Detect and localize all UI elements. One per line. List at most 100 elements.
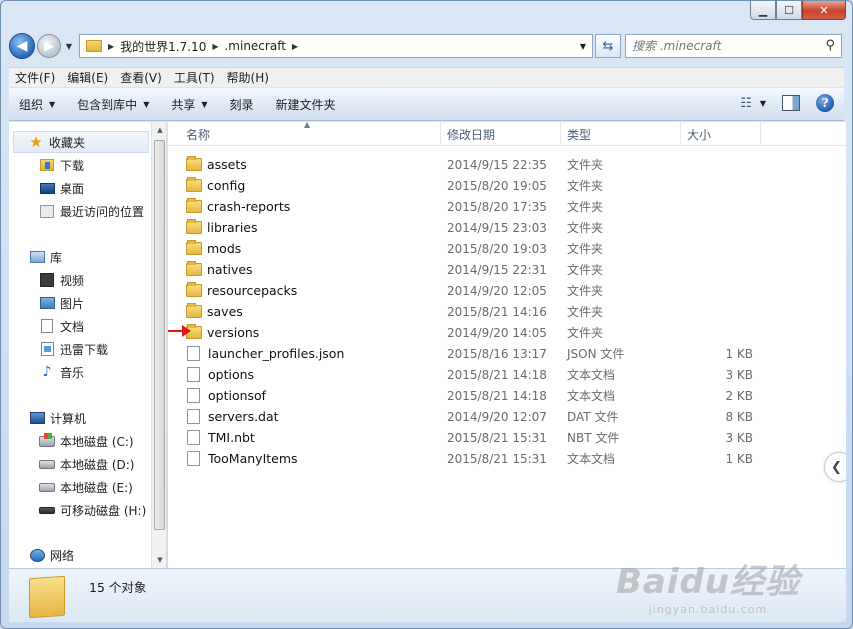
file-name-cell[interactable]: resourcepacks	[186, 280, 297, 301]
breadcrumb-item[interactable]: .minecraft	[224, 39, 285, 53]
table-row[interactable]: versions 2014/9/20 14:05 文件夹	[168, 322, 846, 343]
view-dropdown-icon[interactable]: ▼	[760, 99, 766, 108]
maximize-button[interactable]: ☐	[776, 1, 802, 20]
nav-item-music[interactable]: ♪ 音乐	[39, 361, 84, 383]
scroll-up-icon[interactable]: ▲	[152, 122, 166, 138]
table-row[interactable]: saves 2015/8/21 14:16 文件夹	[168, 301, 846, 322]
column-date[interactable]: 修改日期	[441, 122, 561, 146]
watermark: Baidu经验 jingyan.baidu.com	[616, 554, 800, 616]
file-name-cell[interactable]: libraries	[186, 217, 258, 238]
preview-pane-icon[interactable]	[782, 95, 800, 111]
table-row[interactable]: launcher_profiles.json 2015/8/16 13:17 JSO…	[168, 343, 846, 364]
table-row[interactable]: optionsof 2015/8/21 14:18 文本文档 2 KB	[168, 385, 846, 406]
nav-libraries[interactable]: 库	[29, 246, 62, 268]
file-name-cell[interactable]: config	[186, 175, 245, 196]
nav-item-recent-places[interactable]: 最近访问的位置	[39, 200, 144, 222]
file-name-cell[interactable]: TMI.nbt	[186, 427, 255, 448]
recent-places-icon	[40, 204, 54, 218]
search-input[interactable]	[632, 39, 832, 53]
column-type[interactable]: 类型	[561, 122, 681, 146]
folder-icon	[29, 575, 65, 619]
menu-edit[interactable]: 编辑(E)	[61, 69, 114, 86]
file-list: 名称 ▲ 修改日期 类型 大小 assets 2014/9/15 22:35 文件夹…	[168, 122, 846, 568]
view-mode-icon[interactable]: ☷	[740, 96, 752, 111]
file-size	[688, 217, 753, 238]
nav-item-drive-h[interactable]: 可移动磁盘 (H:)	[39, 499, 146, 521]
table-row[interactable]: assets 2014/9/15 22:35 文件夹	[168, 154, 846, 175]
burn-button[interactable]: 刻录	[230, 96, 254, 113]
nav-label: 计算机	[50, 411, 87, 426]
nav-item-drive-c[interactable]: 本地磁盘 (C:)	[39, 430, 134, 452]
table-row[interactable]: mods 2015/8/20 19:03 文件夹	[168, 238, 846, 259]
arrow-right-icon: ▶	[44, 38, 54, 54]
file-name-cell[interactable]: servers.dat	[186, 406, 279, 427]
table-row[interactable]: servers.dat 2014/9/20 12:07 DAT 文件 8 KB	[168, 406, 846, 427]
file-name: mods	[207, 241, 242, 256]
forward-button[interactable]: ▶	[37, 34, 61, 58]
menu-tools[interactable]: 工具(T)	[168, 69, 221, 86]
back-button[interactable]: ◀	[9, 33, 35, 59]
file-name-cell[interactable]: assets	[186, 154, 247, 175]
table-row[interactable]: TMI.nbt 2015/8/21 15:31 NBT 文件 3 KB	[168, 427, 846, 448]
folder-icon	[186, 177, 202, 192]
file-name-cell[interactable]: mods	[186, 238, 241, 259]
address-history-dropdown[interactable]: ▼	[580, 42, 586, 51]
nav-computer[interactable]: 计算机	[29, 407, 86, 429]
table-row[interactable]: libraries 2014/9/15 23:03 文件夹	[168, 217, 846, 238]
chevron-right-icon[interactable]: ▶	[108, 42, 114, 51]
scroll-thumb[interactable]	[154, 140, 165, 530]
nav-item-drive-e[interactable]: 本地磁盘 (E:)	[39, 476, 133, 498]
file-name-cell[interactable]: TooManyItems	[186, 448, 298, 469]
file-name-cell[interactable]: versions	[186, 322, 259, 343]
new-folder-button[interactable]: 新建文件夹	[276, 96, 336, 113]
nav-scrollbar[interactable]: ▲ ▼	[151, 122, 166, 568]
nav-item-drive-d[interactable]: 本地磁盘 (D:)	[39, 453, 134, 475]
breadcrumb-item[interactable]: 我的世界1.7.10	[120, 38, 206, 55]
chevron-right-icon[interactable]: ▶	[292, 42, 298, 51]
nav-item-downloads[interactable]: 下载	[39, 154, 84, 176]
minimize-button[interactable]: ▁	[750, 1, 776, 20]
file-name-cell[interactable]: optionsof	[186, 385, 266, 406]
nav-favorites[interactable]: ★ 收藏夹	[13, 131, 149, 153]
menu-view[interactable]: 查看(V)	[114, 69, 168, 86]
nav-item-videos[interactable]: 视频	[39, 269, 84, 291]
nav-network[interactable]: 网络	[29, 544, 74, 566]
file-name-cell[interactable]: launcher_profiles.json	[186, 343, 344, 364]
thunder-download-icon	[40, 342, 54, 356]
file-name-cell[interactable]: options	[186, 364, 254, 385]
file-name-cell[interactable]: crash-reports	[186, 196, 290, 217]
menu-help[interactable]: 帮助(H)	[221, 69, 275, 86]
nav-item-desktop[interactable]: 桌面	[39, 177, 84, 199]
nav-item-documents[interactable]: 文档	[39, 315, 84, 337]
file-name-cell[interactable]: natives	[186, 259, 253, 280]
share-button[interactable]: 共享 ▼	[171, 96, 207, 113]
file-date: 2014/9/20 12:05	[447, 283, 547, 298]
table-row[interactable]: config 2015/8/20 19:05 文件夹	[168, 175, 846, 196]
chevron-left-icon[interactable]: ❮	[824, 452, 846, 482]
column-name[interactable]: 名称	[180, 122, 441, 146]
file-size	[688, 280, 753, 301]
scroll-down-icon[interactable]: ▼	[152, 552, 166, 568]
close-button[interactable]: ✕	[802, 1, 846, 20]
address-bar[interactable]: ▶ 我的世界1.7.10 ▶ .minecraft ▶ ▼	[79, 34, 593, 58]
recent-pages-dropdown[interactable]: ▼	[63, 42, 75, 51]
column-size[interactable]: 大小	[681, 122, 761, 146]
include-in-library-button[interactable]: 包含到库中 ▼	[77, 96, 149, 113]
table-row[interactable]: crash-reports 2015/8/20 17:35 文件夹	[168, 196, 846, 217]
caption-buttons: ▁ ☐ ✕	[750, 1, 846, 20]
search-icon[interactable]: ⚲	[825, 38, 835, 53]
help-icon[interactable]: ?	[816, 94, 834, 112]
refresh-button[interactable]: ⇆	[595, 34, 621, 58]
file-name-cell[interactable]: saves	[186, 301, 243, 322]
file-name: libraries	[207, 220, 258, 235]
table-row[interactable]: natives 2014/9/15 22:31 文件夹	[168, 259, 846, 280]
search-box[interactable]: ⚲	[625, 34, 842, 58]
nav-item-thunder-downloads[interactable]: 迅雷下载	[39, 338, 108, 360]
table-row[interactable]: resourcepacks 2014/9/20 12:05 文件夹	[168, 280, 846, 301]
menu-file[interactable]: 文件(F)	[9, 69, 61, 86]
table-row[interactable]: TooManyItems 2015/8/21 15:31 文本文档 1 KB	[168, 448, 846, 469]
table-row[interactable]: options 2015/8/21 14:18 文本文档 3 KB	[168, 364, 846, 385]
organize-button[interactable]: 组织 ▼	[19, 96, 55, 113]
chevron-right-icon[interactable]: ▶	[212, 42, 218, 51]
nav-item-pictures[interactable]: 图片	[39, 292, 84, 314]
